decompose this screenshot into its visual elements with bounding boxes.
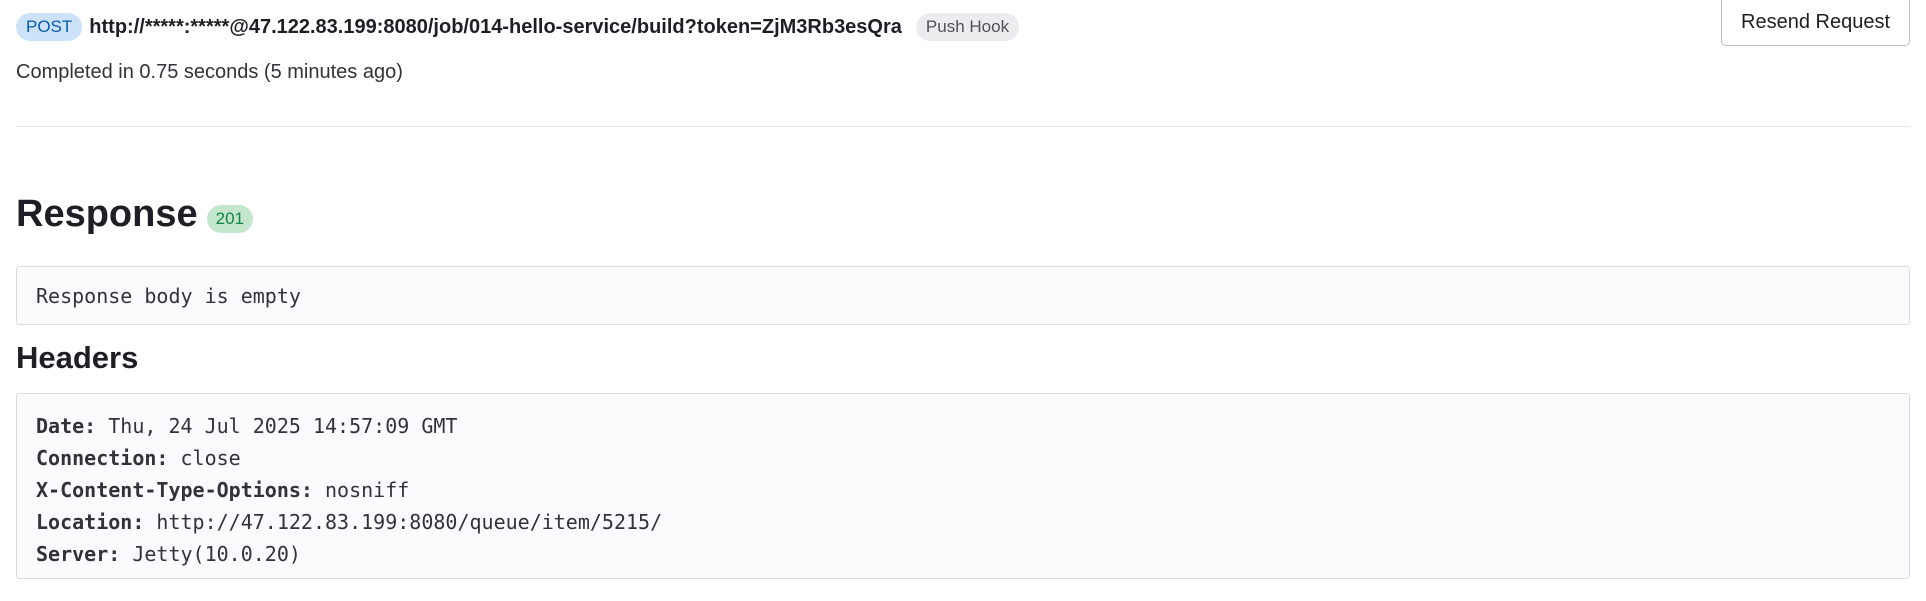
header-key: X-Content-Type-Options: (36, 478, 313, 502)
response-body: Response body is empty (16, 266, 1910, 325)
request-url: http://*****:*****@47.122.83.199:8080/jo… (89, 15, 902, 38)
completion-status: Completed in 0.75 seconds (5 minutes ago… (16, 61, 403, 83)
header-key: Location: (36, 510, 145, 534)
resend-request-button[interactable]: Resend Request (1721, 0, 1910, 46)
divider (16, 126, 1910, 127)
header-row: Server: Jetty(10.0.20) (36, 538, 1890, 570)
header-row: Date: Thu, 24 Jul 2025 14:57:09 GMT (36, 410, 1890, 442)
header-value: http://47.122.83.199:8080/queue/item/521… (144, 510, 663, 534)
webhook-request-details: POST http://*****:*****@47.122.83.199:80… (0, 0, 1926, 601)
method-badge: POST (16, 13, 83, 41)
header-value: nosniff (312, 478, 410, 502)
header-row: Location: http://47.122.83.199:8080/queu… (36, 506, 1890, 538)
response-title: Response (16, 193, 198, 235)
request-line: POST http://*****:*****@47.122.83.199:80… (16, 12, 1020, 42)
response-body-text: Response body is empty (36, 284, 301, 308)
header-value: Jetty(10.0.20) (120, 542, 301, 566)
header-key: Connection: (36, 446, 169, 470)
headers-title: Headers (16, 340, 139, 375)
status-code-badge: 201 (206, 204, 253, 233)
header-key: Date: (36, 414, 97, 438)
response-heading: Response 201 (16, 193, 253, 236)
header-key: Server: (36, 542, 121, 566)
header-row: Connection: close (36, 442, 1890, 474)
trigger-badge: Push Hook (915, 13, 1020, 41)
header-row: X-Content-Type-Options: nosniff (36, 474, 1890, 506)
header-value: Thu, 24 Jul 2025 14:57:09 GMT (96, 414, 458, 438)
headers-list: Date: Thu, 24 Jul 2025 14:57:09 GMT Conn… (16, 393, 1910, 579)
header-value: close (168, 446, 241, 470)
